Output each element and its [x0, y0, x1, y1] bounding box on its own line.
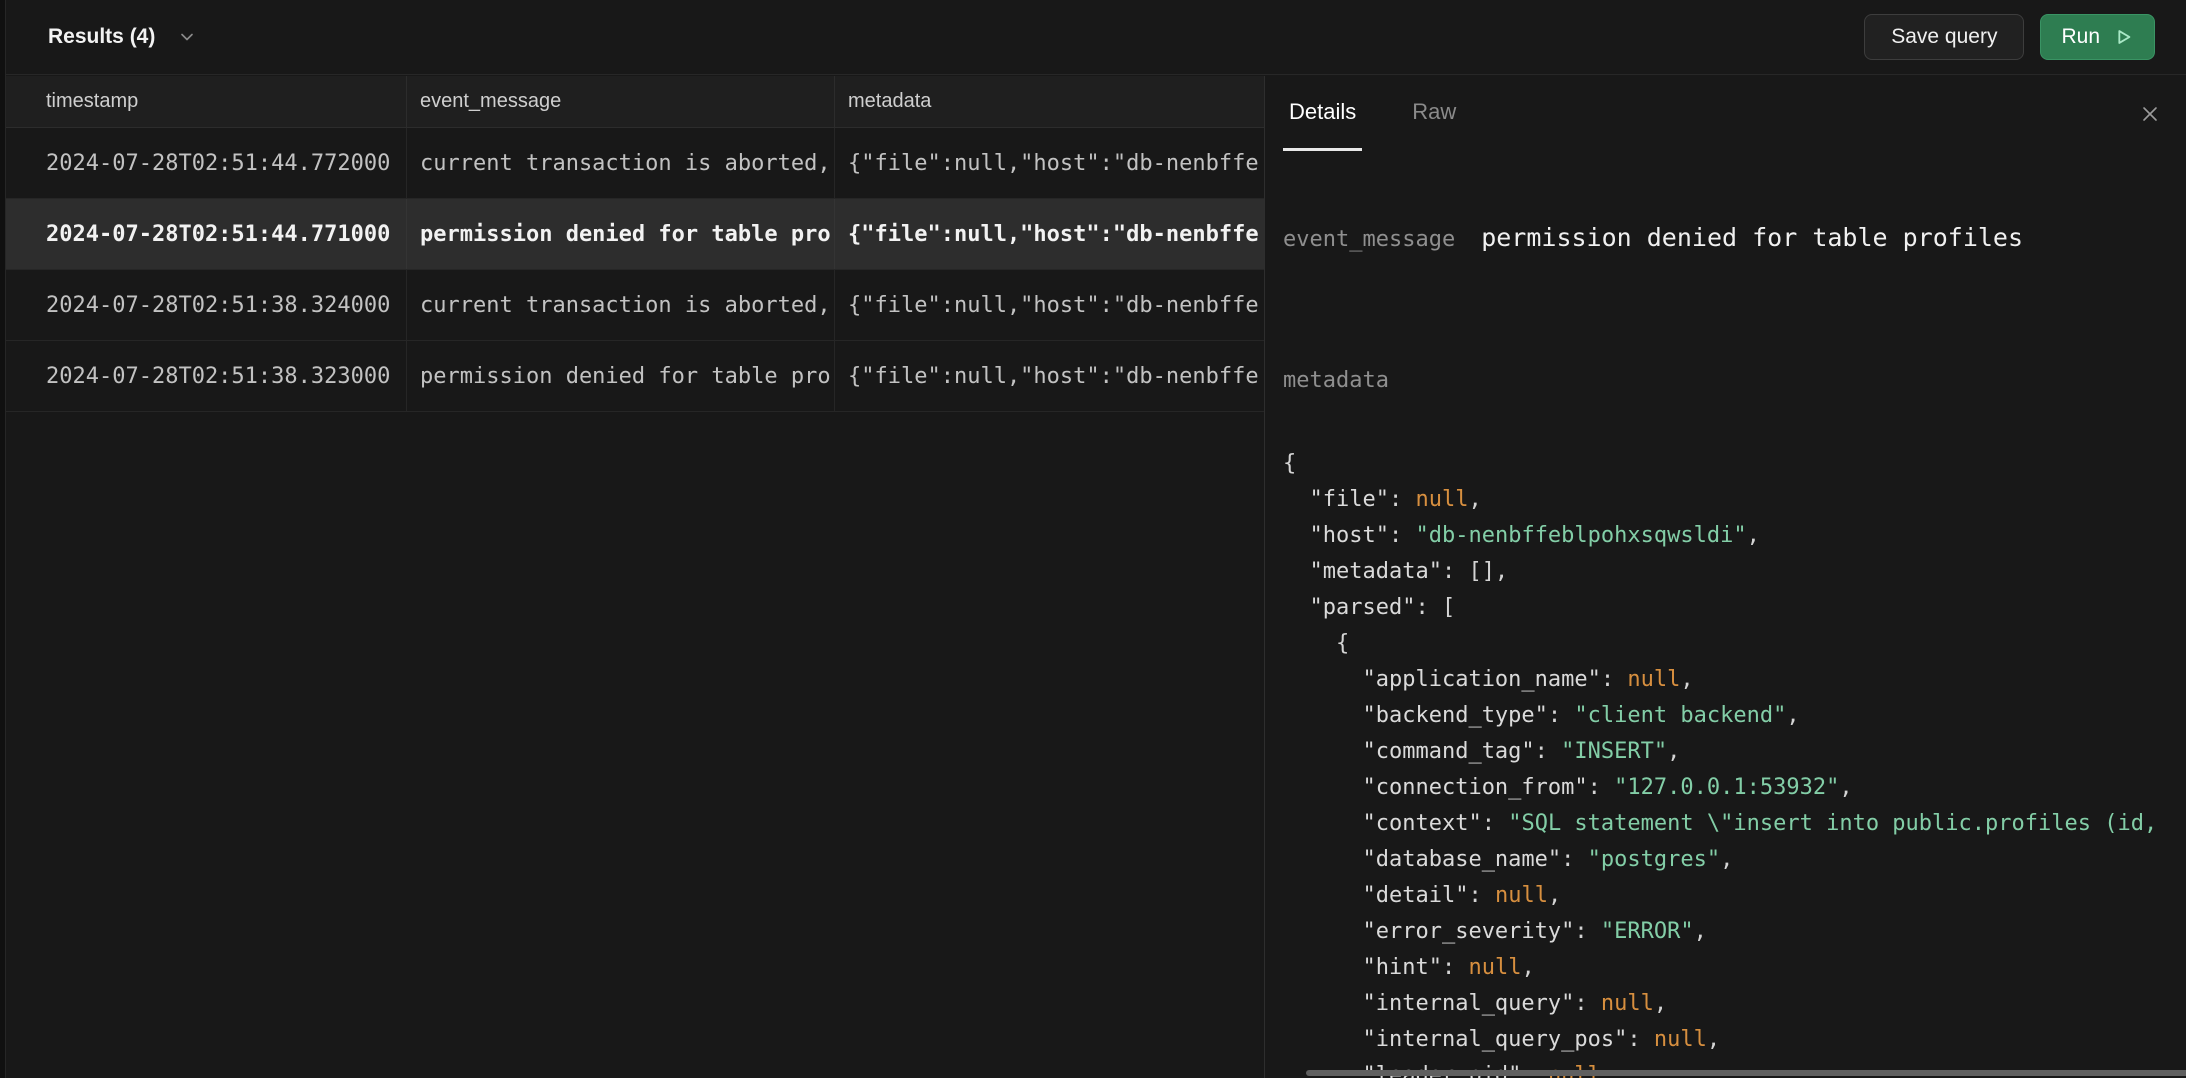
json-line: "error_severity": "ERROR", [1283, 914, 2186, 950]
cell-timestamp: 2024-07-28T02:51:44.772000 [0, 128, 407, 198]
cell-metadata: {"file":null,"host":"db-nenbffe [835, 199, 1264, 269]
column-header-metadata[interactable]: metadata [835, 76, 1264, 127]
cell-event_message: permission denied for table pro [407, 341, 835, 411]
metadata-json-viewer[interactable]: { "file": null, "host": "db-nenbffeblpoh… [1283, 446, 2186, 1078]
cell-timestamp: 2024-07-28T02:51:38.324000 [0, 270, 407, 340]
close-icon [2138, 102, 2162, 126]
table-header-row: timestampevent_messagemetadata [0, 76, 1264, 128]
json-line: "application_name": null, [1283, 662, 2186, 698]
cell-event_message: current transaction is aborted, [407, 128, 835, 198]
metadata-label: metadata [1283, 368, 2186, 393]
play-icon [2112, 26, 2134, 48]
cell-metadata: {"file":null,"host":"db-nenbffe [835, 341, 1264, 411]
json-line: "detail": null, [1283, 878, 2186, 914]
column-header-event_message[interactable]: event_message [407, 76, 835, 127]
table-row[interactable]: 2024-07-28T02:51:44.771000permission den… [0, 199, 1264, 270]
run-button[interactable]: Run [2040, 14, 2155, 60]
cell-metadata: {"file":null,"host":"db-nenbffe [835, 270, 1264, 340]
results-count-label: Results (4) [48, 25, 155, 49]
log-details-panel: Details Raw event_message permission deni… [1264, 76, 2186, 1078]
cell-metadata: {"file":null,"host":"db-nenbffe [835, 128, 1264, 198]
tab-raw[interactable]: Raw [1406, 76, 1462, 151]
json-line: "connection_from": "127.0.0.1:53932", [1283, 770, 2186, 806]
json-line: "context": "SQL statement \"insert into … [1283, 806, 2186, 842]
event-message-label: event_message [1283, 227, 1455, 252]
json-line: "command_tag": "INSERT", [1283, 734, 2186, 770]
event-message-row: event_message permission denied for tabl… [1283, 223, 2186, 252]
details-panel-body: event_message permission denied for tabl… [1265, 151, 2186, 1078]
details-tabbar: Details Raw [1265, 76, 2186, 151]
close-button[interactable] [2138, 102, 2162, 126]
json-line: { [1283, 446, 2186, 482]
results-toolbar: Results (4) Save query Run [0, 0, 2186, 75]
results-dropdown[interactable]: Results (4) [48, 25, 197, 49]
json-line: "internal_query_pos": null, [1283, 1022, 2186, 1058]
json-line: "internal_query": null, [1283, 986, 2186, 1022]
run-button-label: Run [2061, 25, 2100, 49]
cell-timestamp: 2024-07-28T02:51:38.323000 [0, 341, 407, 411]
table-row[interactable]: 2024-07-28T02:51:38.324000current transa… [0, 270, 1264, 341]
cell-event_message: permission denied for table pro [407, 199, 835, 269]
results-table: timestampevent_messagemetadata 2024-07-2… [0, 76, 1264, 1078]
json-line: "parsed": [ [1283, 590, 2186, 626]
chevron-down-icon [177, 27, 197, 47]
table-body: 2024-07-28T02:51:44.772000current transa… [0, 128, 1264, 412]
left-gutter [0, 0, 6, 1078]
table-row[interactable]: 2024-07-28T02:51:44.772000current transa… [0, 128, 1264, 199]
json-line: "host": "db-nenbffeblpohxsqwsldi", [1283, 518, 2186, 554]
json-line: "backend_type": "client backend", [1283, 698, 2186, 734]
event-message-value: permission denied for table profiles [1481, 223, 2023, 252]
json-line: "hint": null, [1283, 950, 2186, 986]
json-line: "database_name": "postgres", [1283, 842, 2186, 878]
column-header-timestamp[interactable]: timestamp [0, 76, 407, 127]
json-line: "metadata": [], [1283, 554, 2186, 590]
horizontal-scrollbar[interactable] [1306, 1070, 2186, 1076]
json-line: "file": null, [1283, 482, 2186, 518]
save-query-button[interactable]: Save query [1864, 14, 2024, 60]
tab-details[interactable]: Details [1283, 76, 1362, 151]
cell-timestamp: 2024-07-28T02:51:44.771000 [0, 199, 407, 269]
toolbar-actions: Save query Run [1864, 14, 2155, 60]
table-row[interactable]: 2024-07-28T02:51:38.323000permission den… [0, 341, 1264, 412]
json-line: { [1283, 626, 2186, 662]
cell-event_message: current transaction is aborted, [407, 270, 835, 340]
log-explorer-screen: Results (4) Save query Run timestampeven… [0, 0, 2186, 1078]
